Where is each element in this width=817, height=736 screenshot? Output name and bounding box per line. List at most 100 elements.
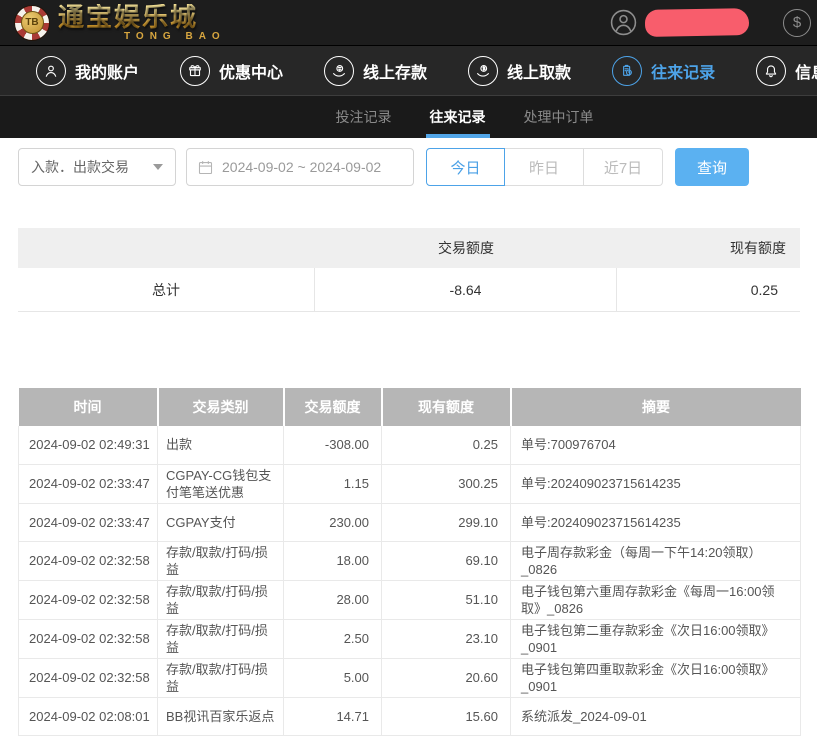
cell-balance: 23.10	[382, 619, 511, 658]
table-row: 2024-09-02 02:33:47 CGPAY支付 230.00 299.1…	[19, 503, 801, 541]
account-user-icon[interactable]	[610, 9, 637, 36]
cell-balance: 15.60	[382, 697, 511, 735]
summary-header-row: 交易额度 现有额度	[18, 228, 800, 268]
wallet-currency-icon[interactable]: $	[783, 9, 811, 37]
cell-amount: 14.71	[284, 697, 382, 735]
quick-label: 近7日	[604, 157, 642, 178]
cell-time: 2024-09-02 02:32:58	[19, 541, 158, 580]
table-header-row: 时间 交易类别 交易额度 现有额度 摘要	[19, 388, 801, 426]
cell-time: 2024-09-02 02:32:58	[19, 658, 158, 697]
summary-total-amount: -8.64	[315, 268, 617, 311]
main-navigation: 我的账户 优惠中心 线上存款 线上取款 往来记录 信息公告	[0, 46, 817, 96]
caret-down-icon	[153, 164, 163, 170]
summary-header-balance: 现有额度	[617, 228, 800, 268]
tab-betting-records[interactable]: 投注记录	[332, 96, 396, 138]
nav-item-transaction-records[interactable]: 往来记录	[612, 56, 715, 86]
table-row: 2024-09-02 02:32:58 存款/取款/打码/损益 28.00 51…	[19, 580, 801, 619]
transactions-table: 时间 交易类别 交易额度 现有额度 摘要 2024-09-02 02:49:31…	[18, 388, 801, 736]
date-range-input[interactable]: 2024-09-02 ~ 2024-09-02	[186, 148, 414, 186]
site-logo[interactable]: TB 通宝娱乐城 TONG BAO	[14, 4, 226, 42]
col-summary: 摘要	[511, 388, 801, 426]
tab-label: 处理中订单	[524, 107, 594, 127]
table-row: 2024-09-02 02:49:31 出款 -308.00 0.25 单号:7…	[19, 426, 801, 464]
cell-time: 2024-09-02 02:08:01	[19, 697, 158, 735]
cell-type: 存款/取款/打码/损益	[158, 619, 284, 658]
table-row: 2024-09-02 02:33:47 CGPAY-CG钱包支付笔笔送优惠 1.…	[19, 464, 801, 503]
tab-label: 投注记录	[336, 107, 392, 127]
gift-icon	[180, 56, 210, 86]
tab-transaction-records[interactable]: 往来记录	[426, 96, 490, 138]
nav-item-promotions[interactable]: 优惠中心	[180, 56, 283, 86]
hand-coin-icon	[324, 56, 354, 86]
bell-icon	[756, 56, 786, 86]
cell-balance: 69.10	[382, 541, 511, 580]
cell-balance: 51.10	[382, 580, 511, 619]
transaction-type-select[interactable]: 入款．出款交易	[18, 148, 176, 186]
col-time: 时间	[19, 388, 158, 426]
nav-label: 线上取款	[507, 59, 571, 83]
cell-summary: 电子周存款彩金（每周一下午14:20领取）_0826	[511, 541, 801, 580]
query-button[interactable]: 查询	[675, 148, 749, 186]
chip-monogram: TB	[21, 11, 44, 34]
calendar-icon	[197, 159, 214, 176]
tab-label: 往来记录	[430, 107, 486, 127]
summary-header-empty	[18, 228, 315, 268]
cell-time: 2024-09-02 02:49:31	[19, 426, 158, 464]
quick-last7days-button[interactable]: 近7日	[584, 148, 663, 186]
tab-pending-orders[interactable]: 处理中订单	[520, 96, 598, 138]
date-range-value: 2024-09-02 ~ 2024-09-02	[222, 159, 381, 175]
summary-total-row: 总计 -8.64 0.25	[18, 268, 800, 312]
col-type: 交易类别	[158, 388, 284, 426]
nav-label: 线上存款	[363, 59, 427, 83]
cell-time: 2024-09-02 02:33:47	[19, 503, 158, 541]
logo-title: 通宝娱乐城	[58, 4, 226, 30]
table-row: 2024-09-02 02:32:58 存款/取款/打码/损益 5.00 20.…	[19, 658, 801, 697]
cell-time: 2024-09-02 02:32:58	[19, 619, 158, 658]
col-balance: 现有额度	[382, 388, 511, 426]
cell-balance: 300.25	[382, 464, 511, 503]
summary-total-balance: 0.25	[617, 268, 800, 311]
summary-table: 交易额度 现有额度 总计 -8.64 0.25	[18, 228, 800, 312]
quick-yesterday-button[interactable]: 昨日	[505, 148, 584, 186]
logo-text: 通宝娱乐城 TONG BAO	[58, 4, 226, 42]
nav-label: 往来记录	[651, 59, 715, 83]
cell-time: 2024-09-02 02:33:47	[19, 464, 158, 503]
quick-label: 今日	[450, 157, 480, 178]
cell-type: CGPAY-CG钱包支付笔笔送优惠	[158, 464, 284, 503]
nav-label: 优惠中心	[219, 59, 283, 83]
cell-type: 存款/取款/打码/损益	[158, 658, 284, 697]
nav-item-withdraw[interactable]: 线上取款	[468, 56, 571, 86]
nav-item-announcements[interactable]: 信息公告	[756, 56, 817, 86]
cell-summary: 电子钱包第二重存款彩金《次日16:00领取》_0901	[511, 619, 801, 658]
currency-symbol: $	[793, 14, 801, 31]
select-value: 入款．出款交易	[31, 157, 129, 177]
cell-summary: 单号:700976704	[511, 426, 801, 464]
table-row: 2024-09-02 02:32:58 存款/取款/打码/损益 18.00 69…	[19, 541, 801, 580]
summary-header-amount: 交易额度	[315, 228, 617, 268]
cell-type: 存款/取款/打码/损益	[158, 580, 284, 619]
user-icon	[36, 56, 66, 86]
cell-amount: 1.15	[284, 464, 382, 503]
cell-balance: 0.25	[382, 426, 511, 464]
top-header: TB 通宝娱乐城 TONG BAO $	[0, 0, 817, 46]
cell-type: 出款	[158, 426, 284, 464]
cell-summary: 电子钱包第四重取款彩金《次日16:00领取》_0901	[511, 658, 801, 697]
cell-type: CGPAY支付	[158, 503, 284, 541]
account-area: $	[610, 9, 811, 37]
nav-label: 我的账户	[75, 59, 139, 83]
nav-label: 信息公告	[795, 59, 817, 83]
nav-item-deposit[interactable]: 线上存款	[324, 56, 427, 86]
record-tabs: 投注记录 往来记录 处理中订单	[0, 96, 817, 138]
quick-today-button[interactable]: 今日	[426, 148, 505, 186]
cell-balance: 20.60	[382, 658, 511, 697]
cell-summary: 系统派发_2024-09-01	[511, 697, 801, 735]
record-clock-icon	[612, 56, 642, 86]
nav-item-my-account[interactable]: 我的账户	[36, 56, 139, 86]
filter-bar: 入款．出款交易 2024-09-02 ~ 2024-09-02 今日 昨日 近7…	[18, 148, 817, 186]
summary-total-label: 总计	[18, 268, 315, 311]
username-redaction-blob	[645, 8, 749, 37]
cell-amount: 230.00	[284, 503, 382, 541]
logo-subtitle: TONG BAO	[58, 32, 226, 42]
cell-type: BB视讯百家乐返点	[158, 697, 284, 735]
hand-dollar-icon	[468, 56, 498, 86]
